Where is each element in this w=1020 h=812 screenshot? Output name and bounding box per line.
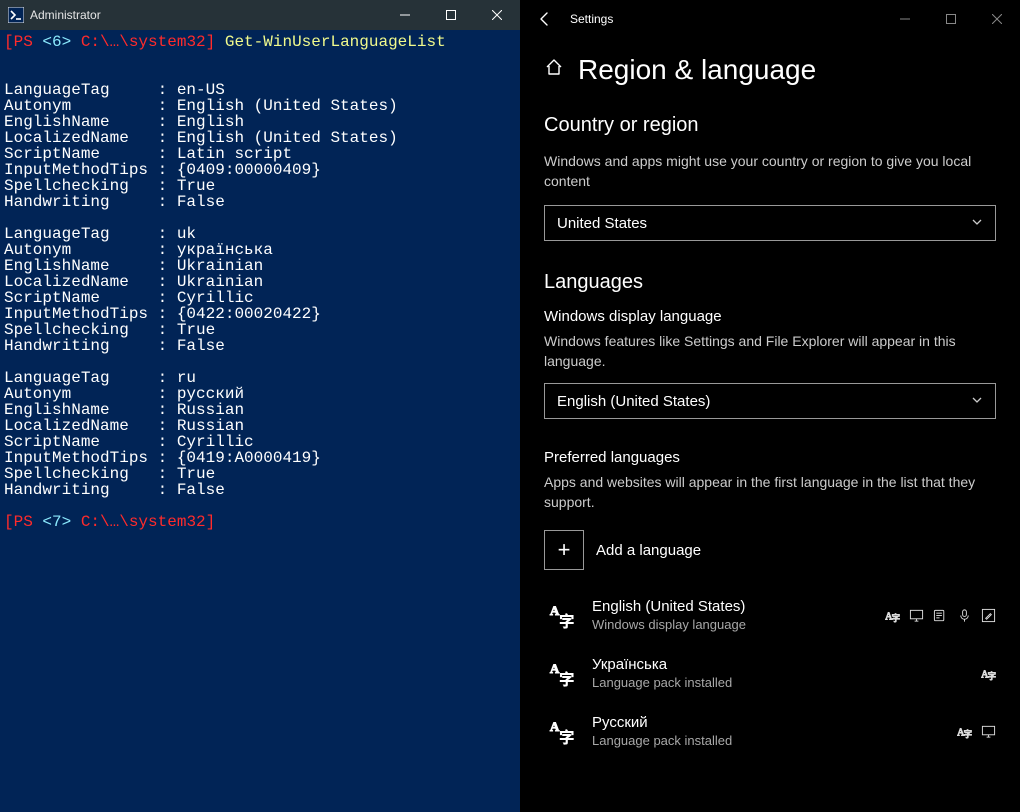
back-button[interactable] (520, 0, 570, 38)
language-item[interactable]: A字 Русский Language pack installed A字 (544, 708, 996, 766)
settings-window: Settings Region & language Country or re… (520, 0, 1020, 812)
chevron-down-icon (971, 394, 983, 409)
settings-titlebar[interactable]: Settings (520, 0, 1020, 38)
svg-text:字: 字 (559, 729, 574, 746)
svg-text:字: 字 (559, 613, 574, 630)
display-language-value: English (United States) (557, 393, 710, 410)
country-select[interactable]: United States (544, 205, 996, 241)
svg-text:字: 字 (891, 613, 899, 623)
section-heading-country: Country or region (544, 114, 996, 137)
home-icon[interactable] (544, 57, 564, 83)
add-language-button[interactable]: + Add a language (544, 530, 996, 570)
svg-text:字: 字 (963, 729, 971, 739)
powershell-window: Administrator [PS <6> C:\…\system32] Get… (0, 0, 520, 812)
country-desc: Windows and apps might use your country … (544, 151, 996, 191)
language-name: English (United States) (592, 598, 870, 615)
plus-icon: + (544, 530, 584, 570)
language-glyph-icon: A字 (544, 714, 578, 748)
language-glyph-icon: A字 (544, 656, 578, 690)
chevron-down-icon (971, 216, 983, 231)
powershell-title-text: Administrator (30, 8, 382, 22)
close-button[interactable] (474, 0, 520, 30)
display-indicator-icon (980, 723, 996, 739)
language-subtext: Language pack installed (592, 675, 966, 690)
tts-indicator-icon (932, 607, 948, 623)
pen-indicator-icon (980, 607, 996, 623)
preferred-languages-subhead: Preferred languages (544, 449, 996, 466)
country-select-value: United States (557, 215, 647, 232)
voice-indicator-icon (956, 607, 972, 623)
display-language-subhead: Windows display language (544, 308, 996, 325)
az-indicator-icon: A字 (956, 723, 972, 739)
display-language-select[interactable]: English (United States) (544, 383, 996, 419)
powershell-titlebar[interactable]: Administrator (0, 0, 520, 30)
maximize-button[interactable] (928, 0, 974, 38)
language-subtext: Language pack installed (592, 733, 942, 748)
page-title: Region & language (578, 54, 816, 86)
powershell-output[interactable]: [PS <6> C:\…\system32] Get-WinUserLangua… (0, 30, 520, 812)
language-item[interactable]: A字 Українська Language pack installed A字 (544, 650, 996, 708)
language-name: Українська (592, 656, 966, 673)
display-language-desc: Windows features like Settings and File … (544, 331, 996, 371)
az-indicator-icon: A字 (980, 665, 996, 681)
language-indicators: A字 (956, 723, 996, 739)
close-button[interactable] (974, 0, 1020, 38)
maximize-button[interactable] (428, 0, 474, 30)
minimize-button[interactable] (882, 0, 928, 38)
language-glyph-icon: A字 (544, 598, 578, 632)
section-heading-languages: Languages (544, 271, 996, 294)
language-indicators: A字 (884, 607, 996, 623)
add-language-label: Add a language (596, 542, 701, 559)
svg-text:字: 字 (559, 671, 574, 688)
settings-body[interactable]: Region & language Country or region Wind… (520, 38, 1020, 812)
language-name: Русский (592, 714, 942, 731)
language-indicators: A字 (980, 665, 996, 681)
settings-title-text: Settings (570, 12, 882, 26)
language-subtext: Windows display language (592, 617, 870, 632)
preferred-languages-desc: Apps and websites will appear in the fir… (544, 472, 996, 512)
svg-text:字: 字 (987, 671, 995, 681)
language-item[interactable]: A字 English (United States) Windows display… (544, 592, 996, 650)
display-indicator-icon (908, 607, 924, 623)
powershell-icon (8, 7, 24, 23)
preferred-languages-list: A字 English (United States) Windows display… (544, 592, 996, 766)
page-header: Region & language (544, 54, 996, 86)
az-indicator-icon: A字 (884, 607, 900, 623)
minimize-button[interactable] (382, 0, 428, 30)
